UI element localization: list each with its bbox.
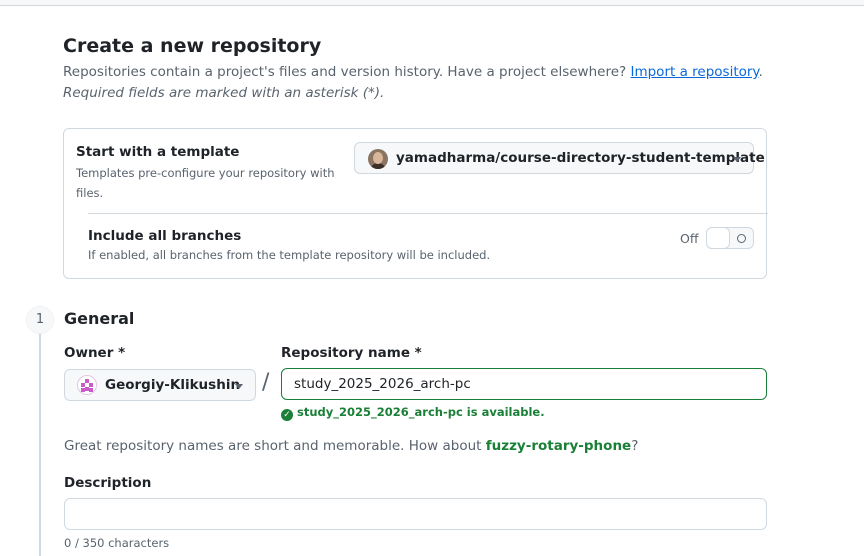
availability-message: ✓ study_2025_2026_arch-pc is available. — [281, 405, 545, 421]
step-number: 1 — [26, 306, 54, 334]
suggested-name-link[interactable]: fuzzy-rotary-phone — [486, 438, 631, 454]
page-title: Create a new repository — [63, 35, 322, 57]
avatar-face — [373, 152, 383, 164]
name-suggestion: Great repository names are short and mem… — [64, 438, 638, 454]
owner-select-button[interactable]: Georgiy-Klikushin — [64, 369, 256, 401]
top-header-strip — [0, 0, 864, 6]
owner-repo-separator: / — [262, 370, 270, 395]
template-heading: Start with a template — [76, 144, 240, 160]
owner-label: Owner * — [64, 345, 126, 361]
intro-text: Repositories contain a project's files a… — [63, 64, 763, 80]
identicon-pixel — [81, 388, 85, 392]
chevron-down-icon — [235, 384, 243, 389]
intro-sentence: Repositories contain a project's files a… — [63, 64, 627, 80]
template-select-label: yamadharma/course-directory-student-temp… — [396, 150, 765, 166]
required-fields-note: Required fields are marked with an aster… — [63, 85, 385, 101]
include-branches-description: If enabled, all branches from the templa… — [88, 248, 491, 262]
toggle-state-label: Off — [680, 231, 699, 246]
toggle-off-icon — [737, 234, 746, 243]
description-char-count: 0 / 350 characters — [64, 536, 170, 550]
identicon-pixel — [89, 383, 93, 387]
template-select-button[interactable]: yamadharma/course-directory-student-temp… — [354, 142, 765, 174]
template-owner-avatar — [368, 149, 388, 169]
section-title-general: General — [64, 309, 135, 328]
include-branches-toggle[interactable] — [706, 227, 754, 249]
owner-name: Georgiy-Klikushin — [105, 377, 241, 393]
toggle-knob — [706, 227, 730, 249]
suggestion-prefix: Great repository names are short and mem… — [64, 438, 486, 454]
identicon-pixel — [89, 388, 93, 392]
chevron-down-icon — [733, 157, 741, 162]
include-branches-heading: Include all branches — [88, 228, 242, 244]
intro-period: . — [758, 64, 763, 80]
repository-name-label: Repository name * — [281, 345, 422, 361]
owner-avatar — [77, 375, 97, 395]
step-connector-line — [39, 334, 41, 556]
divider — [88, 213, 768, 214]
template-description: Templates pre-configure your repository … — [76, 166, 335, 200]
suggestion-suffix: ? — [631, 438, 639, 454]
description-label: Description — [64, 475, 152, 491]
availability-text: study_2025_2026_arch-pc is available. — [297, 405, 545, 419]
description-input[interactable] — [64, 498, 767, 530]
repository-name-input[interactable] — [281, 368, 767, 400]
template-section: Start with a template Templates pre-conf… — [63, 128, 768, 279]
import-repository-link[interactable]: Import a repository — [630, 64, 758, 80]
check-circle-icon: ✓ — [281, 409, 293, 421]
